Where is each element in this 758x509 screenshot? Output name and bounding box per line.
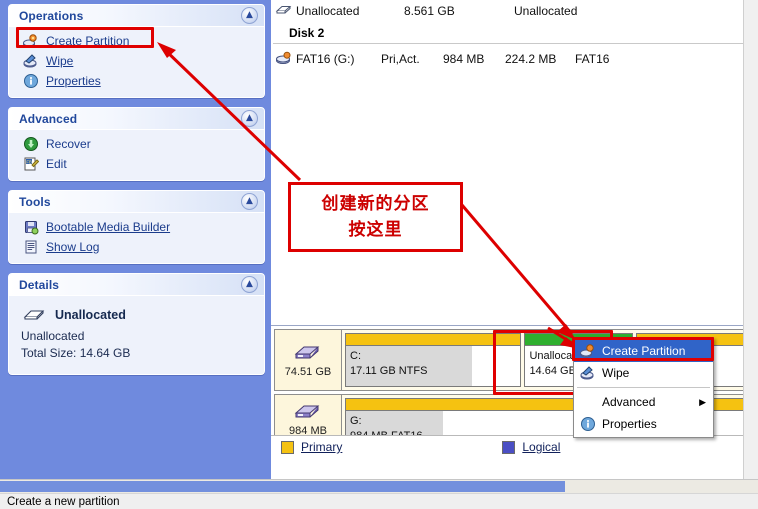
edit-icon: FB <box>23 156 39 172</box>
partition-list: Unallocated 8.561 GB Unallocated Disk 2 … <box>271 0 758 90</box>
panel-advanced-body: Recover FB Edit <box>9 130 264 180</box>
table-row[interactable]: FAT16 (G:) Pri,Act. 984 MB 224.2 MB FAT1… <box>271 48 758 70</box>
sidebar-item-label: Create Partition <box>46 34 130 48</box>
panel-operations-title: Operations <box>19 8 84 23</box>
context-menu-item-label: Properties <box>602 417 657 431</box>
partition-flags: Pri,Act. <box>381 52 420 66</box>
status-bar: Create a new partition <box>0 493 758 509</box>
panel-advanced: Advanced ▲ Recover FB Edit <box>8 107 265 181</box>
sidebar-item-label: Edit <box>46 157 67 171</box>
partition-usage: C: 17.11 GB NTFS <box>346 346 521 386</box>
context-menu-item-wipe[interactable]: Wipe <box>574 362 713 384</box>
legend: Primary Logical <box>271 435 758 458</box>
disk-size: 74.51 GB <box>284 366 332 378</box>
sidebar-item-show-log[interactable]: Show Log <box>9 237 264 257</box>
panel-tools: Tools ▲ Bootable Media Builder Show Log <box>8 190 265 264</box>
sidebar-item-bootable-media-builder[interactable]: Bootable Media Builder <box>9 217 264 237</box>
sidebar-item-edit[interactable]: FB Edit <box>9 154 264 174</box>
legend-label-logical: Logical <box>522 440 561 454</box>
panel-operations: Operations ▲ Create Partition Wipe Prope… <box>8 4 265 98</box>
info-icon <box>580 416 596 432</box>
partition-icon <box>275 51 293 67</box>
sidebar: Operations ▲ Create Partition Wipe Prope… <box>0 0 271 479</box>
partition-capacity: 8.561 GB <box>404 4 455 18</box>
annotation-line-1: 创建新的分区 <box>321 194 430 214</box>
sidebar-item-recover[interactable]: Recover <box>9 134 264 154</box>
horizontal-scrollbar-thumb[interactable] <box>0 481 565 492</box>
unallocated-icon <box>275 3 293 19</box>
chevron-up-icon[interactable]: ▲ <box>241 110 258 127</box>
panel-advanced-header: Advanced ▲ <box>9 108 264 130</box>
disk-group-header: Disk 2 <box>289 25 325 40</box>
sidebar-item-label: Recover <box>46 137 91 151</box>
context-menu-separator <box>577 387 710 388</box>
annotation-line-2: 按这里 <box>348 220 403 240</box>
context-menu-item-label: Create Partition <box>602 344 686 358</box>
panel-advanced-title: Advanced <box>19 111 78 126</box>
disk-info: 74.51 GB <box>275 330 342 390</box>
status-bar-text: Create a new partition <box>7 495 120 508</box>
panel-tools-header: Tools ▲ <box>9 191 264 213</box>
create-partition-icon <box>23 33 39 49</box>
hard-disk-icon <box>293 342 323 364</box>
chevron-up-icon[interactable]: ▲ <box>241 7 258 24</box>
context-menu: Create Partition Wipe Advanced ▶ Propert… <box>573 337 714 438</box>
info-icon <box>23 73 39 89</box>
svg-text:FB: FB <box>26 159 32 164</box>
partition-block-c[interactable]: C: 17.11 GB NTFS <box>345 333 522 387</box>
context-menu-item-advanced[interactable]: Advanced ▶ <box>574 391 713 413</box>
partition-name: Unallocated <box>296 4 360 18</box>
panel-tools-title: Tools <box>19 194 51 209</box>
vertical-scrollbar[interactable] <box>743 0 758 479</box>
sidebar-item-wipe[interactable]: Wipe <box>9 51 264 71</box>
details-heading-row: Unallocated <box>9 300 264 328</box>
partition-name: FAT16 (G:) <box>296 52 355 66</box>
wipe-icon <box>580 365 596 381</box>
panel-details-body: Unallocated Unallocated Total Size: 14.6… <box>9 296 264 374</box>
partition-free: 224.2 MB <box>505 52 557 66</box>
log-icon <box>23 239 39 255</box>
partition-color-bar <box>346 334 521 346</box>
panel-tools-body: Bootable Media Builder Show Log <box>9 213 264 263</box>
divider <box>273 43 752 44</box>
context-menu-item-create-partition[interactable]: Create Partition <box>574 340 713 362</box>
details-line-2: Total Size: 14.64 GB <box>21 346 131 360</box>
horizontal-scrollbar[interactable] <box>0 479 758 494</box>
app-window: Operations ▲ Create Partition Wipe Prope… <box>0 0 758 509</box>
legend-swatch-primary <box>281 440 294 454</box>
panel-details: Details ▲ Unallocated Unallocated Total … <box>8 273 265 375</box>
sidebar-item-create-partition[interactable]: Create Partition <box>9 31 264 51</box>
panel-operations-header: Operations ▲ <box>9 5 264 27</box>
create-partition-icon <box>580 343 596 359</box>
context-menu-item-label: Advanced <box>602 395 656 409</box>
sidebar-item-label: Bootable Media Builder <box>46 220 171 234</box>
hard-disk-icon <box>293 401 323 423</box>
sidebar-item-label: Wipe <box>46 54 74 68</box>
partition-fs: FAT16 <box>575 52 610 66</box>
partition-label: C: 17.11 GB NTFS <box>350 350 428 377</box>
unallocated-disk-icon <box>21 306 47 324</box>
table-row[interactable]: Unallocated 8.561 GB Unallocated <box>271 0 758 22</box>
context-menu-item-properties[interactable]: Properties <box>574 413 713 435</box>
chevron-up-icon[interactable]: ▲ <box>241 193 258 210</box>
panel-operations-body: Create Partition Wipe Properties <box>9 27 264 97</box>
sidebar-item-properties[interactable]: Properties <box>9 71 264 91</box>
submenu-arrow-icon: ▶ <box>699 396 706 407</box>
chevron-up-icon[interactable]: ▲ <box>241 276 258 293</box>
details-line-1: Unallocated <box>21 329 85 343</box>
partition-type: Unallocated <box>514 4 578 18</box>
wipe-icon <box>23 53 39 69</box>
sidebar-item-label: Show Log <box>46 240 100 254</box>
context-menu-item-label: Wipe <box>602 366 630 380</box>
panel-details-title: Details <box>19 277 60 292</box>
legend-label-primary: Primary <box>301 440 343 454</box>
annotation-callout: 创建新的分区 按这里 <box>288 182 463 252</box>
legend-swatch-logical <box>502 440 516 454</box>
partition-capacity: 984 MB <box>443 52 485 66</box>
sidebar-item-label: Properties <box>46 74 101 88</box>
bootable-media-icon <box>23 219 39 235</box>
details-heading: Unallocated <box>55 308 126 322</box>
panel-details-header: Details ▲ <box>9 274 264 296</box>
recover-icon <box>23 136 39 152</box>
